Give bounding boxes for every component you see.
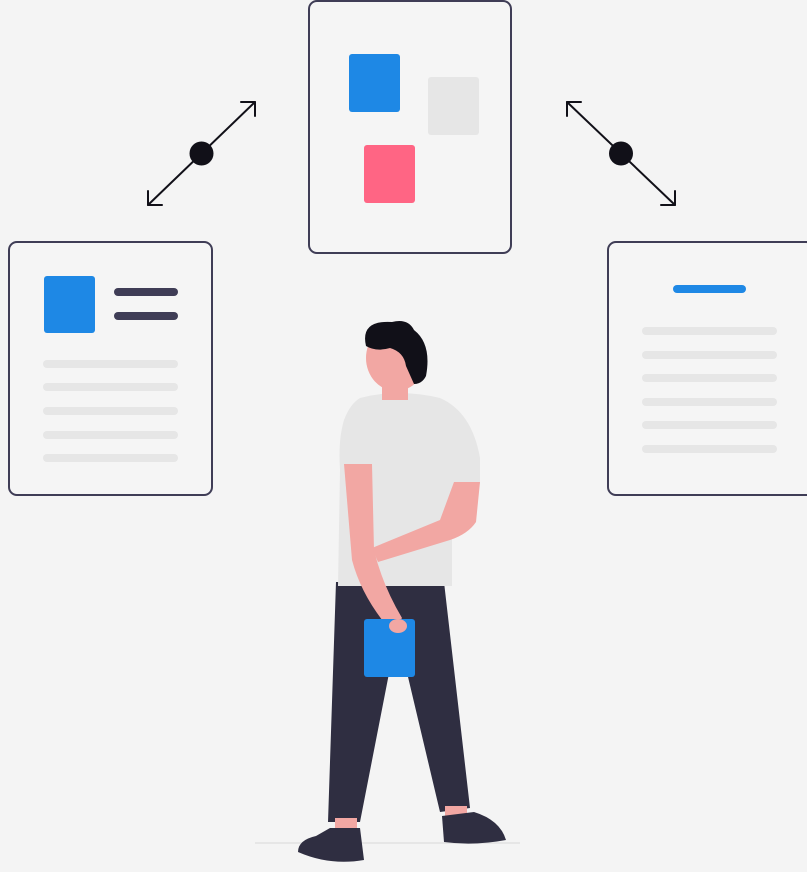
card-top-center	[308, 0, 512, 254]
person-shoe-left	[298, 828, 364, 862]
card-right-text-line	[642, 374, 777, 382]
card-left-heading-bar	[114, 288, 178, 296]
card-left-text-line	[43, 407, 178, 415]
card-right-heading-bar	[673, 285, 746, 293]
card-left	[8, 241, 213, 496]
card-right-text-line	[642, 421, 777, 429]
illustration-scene	[0, 0, 807, 872]
card-top-frame	[308, 0, 512, 254]
gray-square	[428, 77, 479, 135]
card-left-text-line	[43, 383, 178, 391]
card-right-text-line	[642, 351, 777, 359]
card-left-text-line	[43, 454, 178, 462]
person-shoe-right	[442, 812, 506, 844]
person-figure	[298, 321, 506, 862]
pink-square	[364, 145, 415, 203]
card-left-thumbnail	[44, 276, 95, 333]
card-right-text-line	[642, 327, 777, 335]
blue-square	[349, 54, 400, 112]
card-left-text-line	[43, 360, 178, 368]
card-right-frame	[607, 241, 807, 496]
card-right-text-line	[642, 398, 777, 406]
illustration-canvas	[8, 0, 807, 862]
card-right-text-line	[642, 445, 777, 453]
card-right	[607, 241, 807, 496]
double-arrow-connector-right-icon	[566, 101, 676, 206]
card-left-text-line	[43, 431, 178, 439]
card-left-heading-bar	[114, 312, 178, 320]
double-arrow-connector-left-icon	[147, 101, 256, 206]
